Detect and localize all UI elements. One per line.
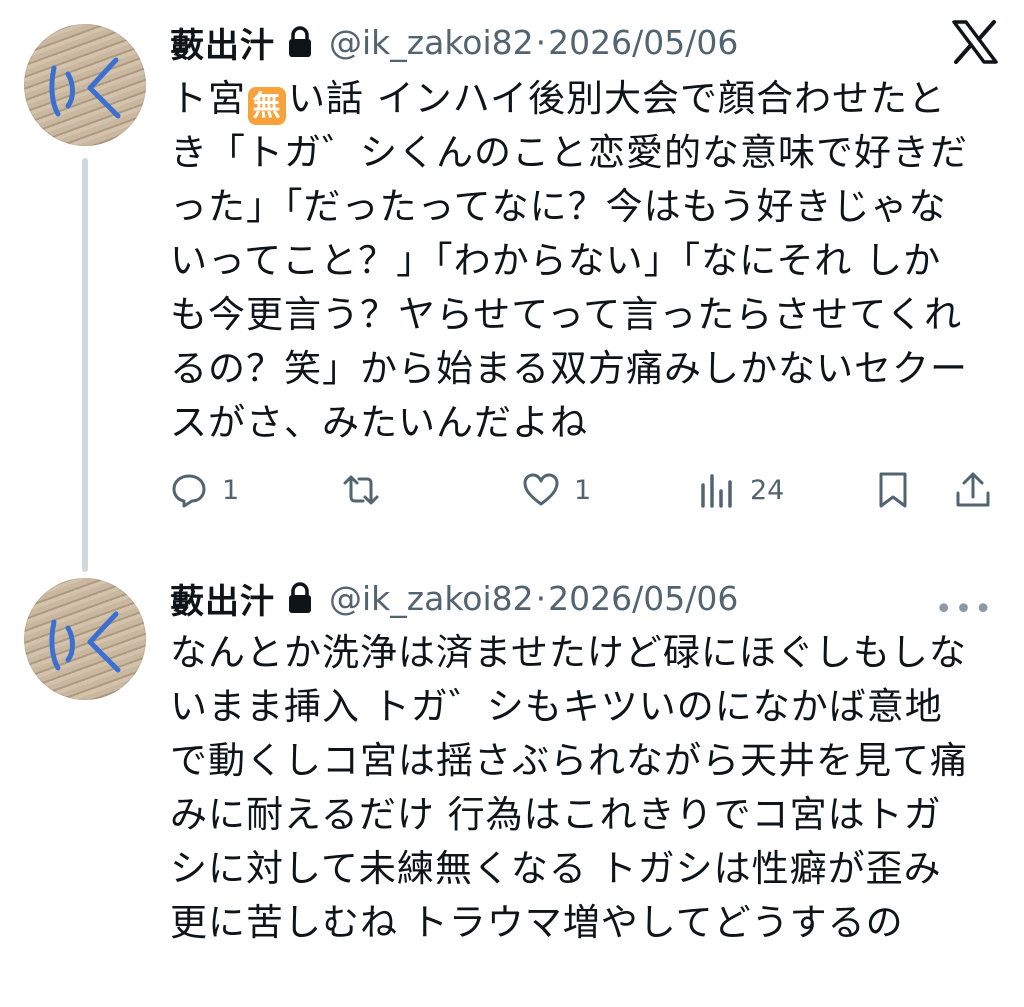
reply-button[interactable]: 1 (170, 462, 239, 518)
avatar-handwriting (49, 57, 121, 119)
heart-icon (523, 473, 559, 506)
avatar[interactable] (24, 24, 146, 146)
tweet-text: なんとか洗浄は済ませたけど碌にほぐしもしないまま挿入 トガ゛シもキツいのになかば… (170, 631, 968, 944)
lock-icon (289, 582, 311, 613)
separator-dot: · (535, 578, 547, 618)
tweet-date[interactable]: 2026/05/06 (548, 23, 738, 62)
tweet-text-part: い話 インハイ後別大会で顔合わせたとき「トガ゛シくんのこと恋愛的な意味で好きだっ… (170, 77, 968, 444)
reply-count: 1 (222, 474, 240, 506)
user-handle[interactable]: @ik_zakoi82 (329, 23, 534, 62)
bookmark-button[interactable] (874, 462, 912, 518)
views-button[interactable]: 24 (698, 462, 784, 518)
display-name[interactable]: 藪出汁 (170, 574, 275, 623)
like-count: 1 (574, 474, 592, 506)
reply-icon (172, 474, 206, 508)
views-count: 24 (750, 474, 785, 506)
x-logo-icon[interactable] (952, 20, 998, 64)
tweet-header: 藪出汁 @ik_zakoi82 · 2026/05/06 (170, 574, 738, 623)
share-button[interactable] (954, 462, 992, 518)
tweet-thread: 藪出汁 @ik_zakoi82 · 2026/05/06 ト宮無い話 インハイ後… (0, 0, 1024, 1007)
share-icon (956, 472, 990, 507)
tweet-text: ト宮無い話 インハイ後別大会で顔合わせたとき「トガ゛シくんのこと恋愛的な意味で好… (170, 72, 970, 450)
avatar-handwriting (49, 611, 121, 673)
lock-icon (289, 26, 311, 57)
user-handle[interactable]: @ik_zakoi82 (329, 579, 534, 618)
separator-dot: · (535, 22, 547, 62)
more-horizontal-icon[interactable]: ••• (935, 592, 994, 627)
tweet-header: 藪出汁 @ik_zakoi82 · 2026/05/06 (170, 18, 738, 67)
display-name[interactable]: 藪出汁 (170, 18, 275, 67)
tweet[interactable]: 藪出汁 @ik_zakoi82 · 2026/05/06 ••• なんとか洗浄は… (0, 570, 1024, 1007)
bookmark-icon (879, 472, 907, 508)
tweet-actions: 1 1 24 (170, 462, 1000, 518)
tweet-text-part: ト宮 (170, 77, 246, 120)
views-chart-icon (701, 474, 732, 508)
avatar[interactable] (24, 578, 146, 700)
tweet[interactable]: 藪出汁 @ik_zakoi82 · 2026/05/06 ト宮無い話 インハイ後… (0, 0, 1024, 560)
retweet-icon (343, 475, 379, 505)
retweet-button[interactable] (342, 462, 394, 518)
no-button-emoji: 無 (248, 87, 286, 125)
tweet-date[interactable]: 2026/05/06 (548, 579, 738, 618)
like-button[interactable]: 1 (522, 462, 591, 518)
